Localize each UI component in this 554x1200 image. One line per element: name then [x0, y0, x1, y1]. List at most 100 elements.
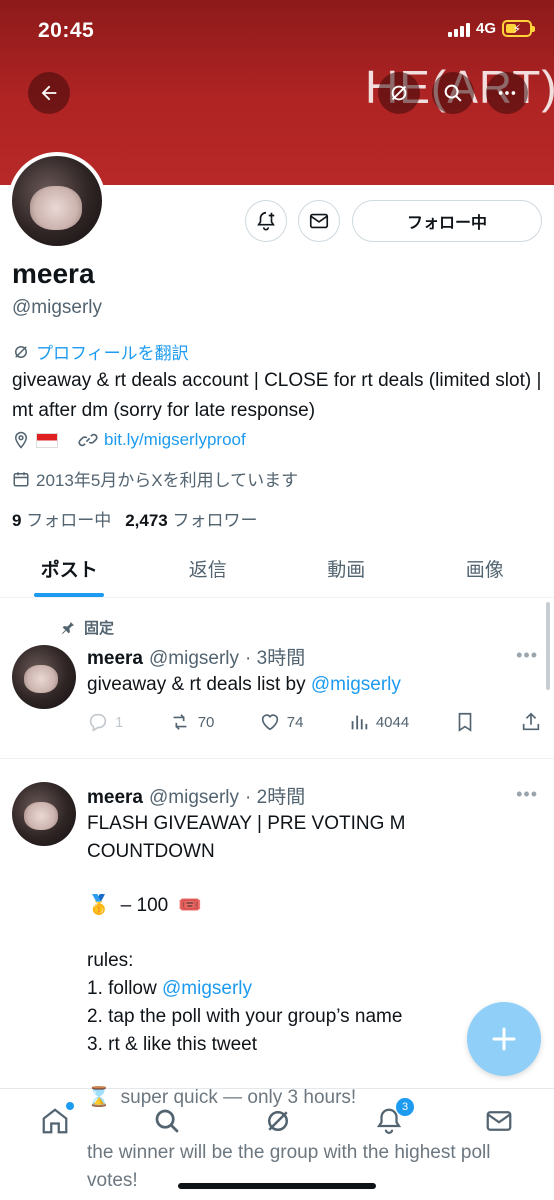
grok-button[interactable]: [378, 72, 420, 114]
views-button[interactable]: 4044: [348, 711, 409, 733]
share-icon: [522, 712, 540, 731]
pinned-label: 固定: [84, 620, 115, 637]
follow-stats: 9 フォロー中 2,473 フォロワー: [12, 506, 257, 531]
back-button[interactable]: [28, 72, 70, 114]
repost-count: 70: [197, 713, 215, 731]
search-icon: [444, 84, 462, 102]
grok-icon: [391, 85, 407, 101]
indonesia-flag-icon: [36, 432, 58, 448]
post-prize-line: 🥇 – 100 🎟️: [87, 892, 527, 920]
message-button[interactable]: [298, 200, 340, 242]
compose-post-button[interactable]: [467, 1002, 541, 1076]
grok-icon: [268, 1111, 288, 1131]
joined-label: 2013年5月からXを利用しています: [36, 471, 299, 490]
repost-icon: [173, 714, 187, 730]
prize-text: – 100: [120, 895, 169, 916]
envelope-icon: [486, 1111, 512, 1131]
post-header: meera @migserly · 3時間: [87, 643, 305, 670]
nav-messages[interactable]: [482, 1104, 516, 1138]
views-chart-icon: [351, 715, 368, 730]
signal-icon: [447, 21, 470, 37]
battery-icon: ⚡: [502, 20, 535, 37]
translate-profile-link[interactable]: プロフィールを翻訳: [12, 339, 189, 364]
translate-label: プロフィールを翻訳: [36, 344, 189, 363]
rule-1-text: 1. follow: [87, 978, 162, 999]
more-button[interactable]: [486, 72, 528, 114]
nav-search[interactable]: [150, 1104, 184, 1138]
tab-replies[interactable]: 返信: [139, 540, 278, 597]
post-more-icon[interactable]: •••: [516, 645, 538, 666]
rules-label: rules:: [87, 950, 134, 971]
bookmark-icon: [458, 712, 471, 732]
tab-videos[interactable]: 動画: [277, 540, 416, 597]
medal-icon: 🥇: [87, 895, 111, 916]
tab-posts[interactable]: ポスト: [0, 540, 139, 597]
post-author-handle: @migserly: [149, 648, 240, 669]
notify-button[interactable]: [245, 200, 287, 242]
profile-meta: bit.ly/migserlyproof: [12, 430, 246, 450]
views-count: 4044: [375, 713, 410, 731]
rule-2: 2. tap the poll with your group’s name: [87, 1006, 403, 1027]
post-text-body: giveaway & rt deals list by: [87, 674, 311, 695]
home-dot: [66, 1102, 74, 1110]
back-arrow-icon: [41, 85, 57, 101]
post-author-handle: @migserly: [149, 787, 240, 808]
profile-bio: giveaway & rt deals account | CLOSE for …: [12, 370, 542, 421]
home-indicator[interactable]: [178, 1183, 376, 1189]
envelope-icon: [309, 213, 329, 229]
rule-1: 1. follow @migserly: [87, 975, 527, 1003]
post-author-name[interactable]: meera: [87, 648, 143, 670]
link-icon: [78, 433, 98, 447]
post-mention[interactable]: @migserly: [311, 674, 401, 695]
network-label: 4G: [475, 20, 496, 37]
profile-avatar[interactable]: [8, 152, 106, 250]
like-button[interactable]: 74: [259, 711, 303, 733]
following-button[interactable]: フォロー中: [352, 200, 542, 242]
post-text: giveaway & rt deals list by @migserly: [87, 671, 527, 699]
post-time: · 2時間: [245, 787, 306, 808]
post-pinned[interactable]: 固定 meera @migserly · 3時間 ••• giveaway & …: [0, 599, 554, 759]
profile-name: meera: [12, 258, 95, 289]
rule-1-mention[interactable]: @migserly: [162, 978, 252, 999]
joined-date: 2013年5月からXを利用しています: [12, 466, 298, 491]
followers-label: フォロワー: [172, 511, 258, 530]
search-icon: [155, 1109, 179, 1133]
followers-link[interactable]: 2,473 フォロワー: [125, 506, 257, 531]
followers-count: 2,473: [125, 511, 168, 530]
nav-grok[interactable]: [261, 1104, 295, 1138]
profile-handle: @migserly: [12, 297, 103, 318]
post-time: · 3時間: [245, 648, 306, 669]
post-line-1: FLASH GIVEAWAY | PRE VOTING M: [87, 813, 406, 834]
pinned-indicator: 固定: [60, 617, 114, 638]
post-avatar[interactable]: [12, 782, 76, 846]
ticket-icon: 🎟️: [178, 895, 202, 916]
hourglass-icon: ⌛: [87, 1087, 111, 1108]
nav-home[interactable]: [38, 1102, 74, 1138]
following-link[interactable]: 9 フォロー中: [12, 506, 111, 531]
status-time: 20:45: [38, 19, 95, 42]
tab-images[interactable]: 画像: [416, 540, 554, 597]
pin-icon: [62, 621, 74, 634]
post-line-2: COUNTDOWN: [87, 841, 215, 862]
share-button[interactable]: [520, 711, 542, 733]
reply-count: 1: [115, 713, 124, 731]
post-more-icon[interactable]: •••: [516, 784, 538, 805]
status-icons: 4G ⚡: [447, 20, 535, 37]
bell-plus-icon: [257, 211, 275, 231]
rule-3: 3. rt & like this tweet: [87, 1034, 258, 1055]
search-button[interactable]: [432, 72, 474, 114]
nav-notifications[interactable]: 3: [372, 1098, 414, 1138]
bookmark-button[interactable]: [454, 711, 476, 733]
reply-button[interactable]: 1: [87, 711, 123, 733]
repost-button[interactable]: 70: [168, 711, 215, 733]
post-actions: 1 70 74 4044: [87, 711, 542, 733]
plus-icon: [492, 1027, 516, 1051]
home-icon: [42, 1108, 68, 1134]
post-author-name[interactable]: meera: [87, 787, 143, 809]
post-avatar[interactable]: [12, 645, 76, 709]
profile-link[interactable]: bit.ly/migserlyproof: [104, 430, 246, 450]
heart-icon: [261, 714, 278, 731]
calendar-icon: [13, 471, 29, 486]
grok-icon: [15, 345, 27, 358]
more-dots-icon: [498, 91, 516, 95]
